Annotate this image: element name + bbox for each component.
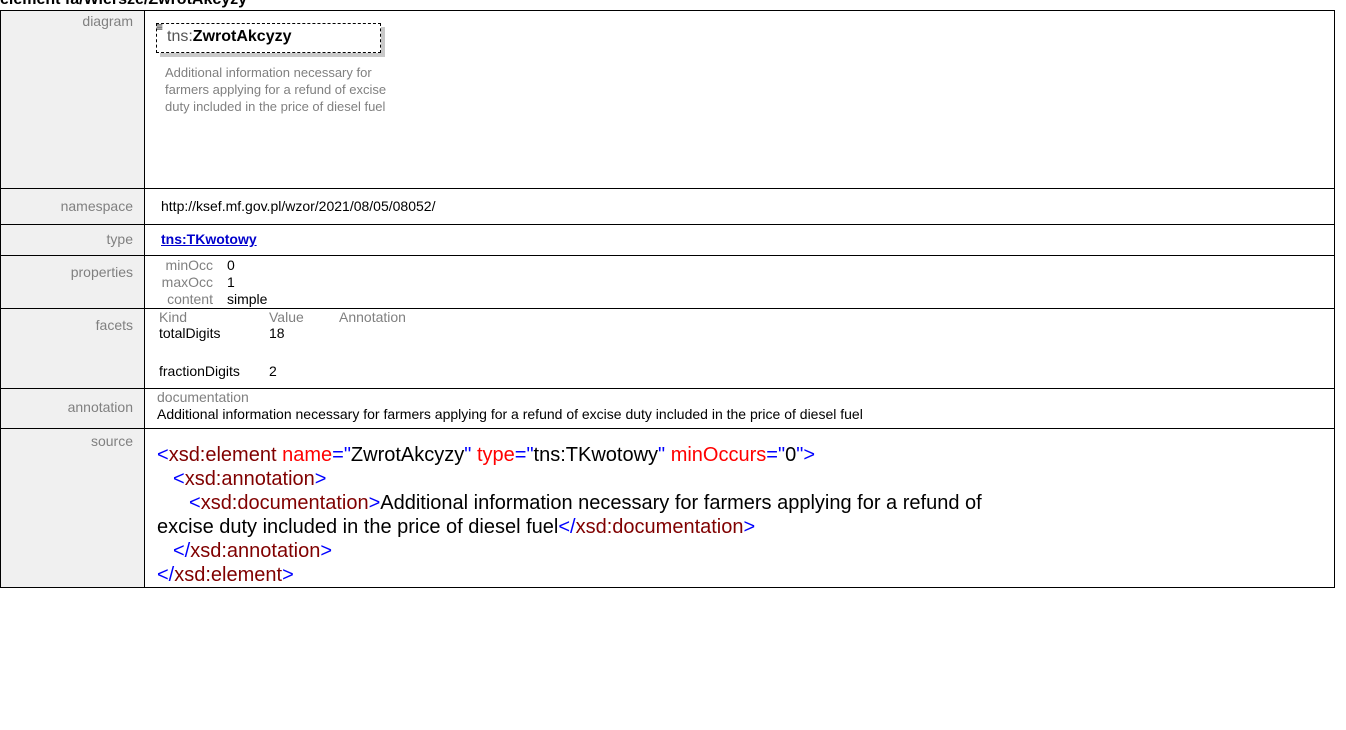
facets-row: facets Kind Value Annotation totalDigits… xyxy=(0,308,1335,389)
properties-cell: minOcc 0 maxOcc 1 content simple xyxy=(144,255,1335,309)
properties-label: properties xyxy=(0,255,145,309)
namespace-label: namespace xyxy=(0,188,145,225)
diagram-label: diagram xyxy=(0,10,145,189)
namespace-value: http://ksef.mf.gov.pl/wzor/2021/08/05/08… xyxy=(161,198,436,214)
facets-header-value: Value xyxy=(269,309,304,325)
diagram-cell: ≡ tns:ZwrotAkcyzy Additional information… xyxy=(144,10,1335,189)
source-cell: <xsd:element name="ZwrotAkcyzy" type="tn… xyxy=(144,428,1335,588)
type-cell: tns:TKwotowy xyxy=(144,224,1335,256)
facet-row: fractionDigits 2 xyxy=(159,363,1334,379)
facet-row: totalDigits 18 xyxy=(159,325,1334,341)
properties-row: properties minOcc 0 maxOcc 1 content simple xyxy=(0,255,1335,309)
element-box-name: tns:ZwrotAkcyzy xyxy=(167,28,292,46)
facets-label: facets xyxy=(0,308,145,389)
prop-value: 1 xyxy=(227,274,235,290)
source-code: <xsd:element name="ZwrotAkcyzy" type="tn… xyxy=(157,429,1334,587)
facet-annotation xyxy=(339,325,1334,341)
annotation-label: annotation xyxy=(0,388,145,429)
source-line: </xsd:element> xyxy=(157,564,294,586)
page-title: element fa/Wiersze/ZwrotAkcyzy xyxy=(0,0,247,9)
source-label: source xyxy=(0,428,145,588)
diagram-row: diagram ≡ tns:ZwrotAkcyzy Additional inf… xyxy=(0,10,1335,189)
namespace-row: namespace http://ksef.mf.gov.pl/wzor/202… xyxy=(0,188,1335,225)
element-box[interactable]: ≡ tns:ZwrotAkcyzy xyxy=(156,20,381,53)
annotation-header: documentation xyxy=(157,389,249,405)
facet-value: 2 xyxy=(269,363,277,379)
source-line: <xsd:element name="ZwrotAkcyzy" type="tn… xyxy=(157,444,815,466)
properties-grid: minOcc 0 maxOcc 1 content simple xyxy=(157,256,1334,308)
source-line: <xsd:documentation>Additional informatio… xyxy=(189,492,982,514)
facets-header-kind: Kind xyxy=(159,309,188,325)
sequence-icon: ≡ xyxy=(156,20,164,34)
diagram-documentation: Additional information necessary for far… xyxy=(165,65,387,114)
type-label: type xyxy=(0,224,145,256)
annotation-text: Additional information necessary for far… xyxy=(157,406,863,422)
source-line: </xsd:annotation> xyxy=(173,540,333,562)
annotation-cell: documentation Additional information nec… xyxy=(144,388,1335,429)
element-name: ZwrotAkcyzy xyxy=(192,28,292,45)
namespace-cell: http://ksef.mf.gov.pl/wzor/2021/08/05/08… xyxy=(144,188,1335,225)
source-line: <xsd:annotation> xyxy=(173,468,327,490)
prop-value: simple xyxy=(227,291,268,307)
facet-value: 18 xyxy=(269,325,285,341)
type-link[interactable]: tns:TKwotowy xyxy=(161,225,257,247)
source-row: source <xsd:element name="ZwrotAkcyzy" t… xyxy=(0,428,1335,588)
element-diagram: ≡ tns:ZwrotAkcyzy Additional information… xyxy=(145,11,1334,188)
type-row: type tns:TKwotowy xyxy=(0,224,1335,256)
source-line: excise duty included in the price of die… xyxy=(157,516,756,538)
facets-cell: Kind Value Annotation totalDigits 18 fra… xyxy=(144,308,1335,389)
facet-annotation xyxy=(339,363,1334,379)
prop-key: content xyxy=(167,291,213,307)
annotation-row: annotation documentation Additional info… xyxy=(0,388,1335,429)
facet-kind: totalDigits xyxy=(159,325,221,341)
prop-value: 0 xyxy=(227,257,235,273)
prop-key: minOcc xyxy=(165,257,213,273)
element-prefix: tns: xyxy=(167,28,193,45)
element-doc-table: diagram ≡ tns:ZwrotAkcyzy Additional inf… xyxy=(0,10,1335,588)
facets-header-annotation: Annotation xyxy=(339,309,406,325)
prop-key: maxOcc xyxy=(161,274,213,290)
facets-header: Kind Value Annotation xyxy=(159,309,1334,325)
facet-kind: fractionDigits xyxy=(159,363,240,379)
